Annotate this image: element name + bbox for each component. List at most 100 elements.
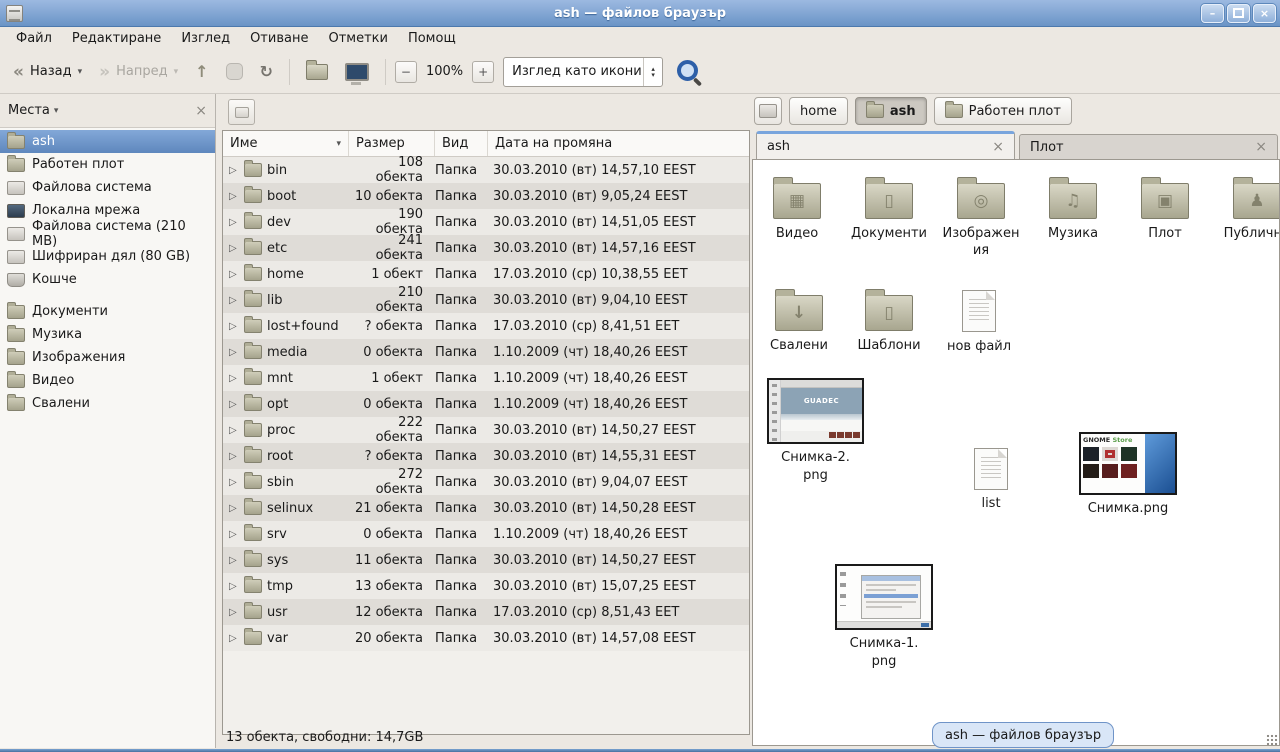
- tree-row[interactable]: ▷ tmp 13 обекта Папка 30.03.2010 (вт) 15…: [223, 573, 749, 599]
- taskbar-window-button[interactable]: ash — файлов браузър: [932, 722, 1114, 748]
- expander-icon[interactable]: ▷: [229, 295, 239, 306]
- path-home-button[interactable]: home: [789, 97, 848, 125]
- tree-row[interactable]: ▷ home 1 обект Папка 17.03.2010 (ср) 10,…: [223, 261, 749, 287]
- sidebar-place-item[interactable]: Изображения: [0, 346, 215, 369]
- expander-icon[interactable]: ▷: [229, 217, 239, 228]
- combo-spinner-icon[interactable]: ▴▾: [643, 58, 662, 86]
- menu-item[interactable]: Редактиране: [62, 28, 171, 49]
- tree-row[interactable]: ▷ sys 11 обекта Папка 30.03.2010 (вт) 14…: [223, 547, 749, 573]
- computer-button[interactable]: [338, 57, 376, 87]
- tree-row[interactable]: ▷ srv 0 обекта Папка 1.10.2009 (чт) 18,4…: [223, 521, 749, 547]
- sidebar-place-item[interactable]: Документи: [0, 300, 215, 323]
- maximize-button[interactable]: [1227, 4, 1250, 23]
- expander-icon[interactable]: ▷: [229, 321, 239, 332]
- resize-grip-icon[interactable]: [1266, 734, 1278, 746]
- icon-item[interactable]: нов файл: [939, 288, 1019, 355]
- sidebar-place-item[interactable]: Шифриран дял (80 GB): [0, 245, 215, 268]
- expander-icon[interactable]: ▷: [229, 347, 239, 358]
- folder-icon-item[interactable]: Плот: [1123, 176, 1207, 242]
- tree-row[interactable]: ▷ dev 190 обекта Папка 30.03.2010 (вт) 1…: [223, 209, 749, 235]
- expander-icon[interactable]: ▷: [229, 529, 239, 540]
- path-root-button[interactable]: [754, 97, 782, 125]
- column-header-name[interactable]: Име▾: [223, 131, 349, 156]
- folder-icon-item[interactable]: Документи: [847, 176, 931, 242]
- file-item-snimka-1[interactable]: Снимка-1.png: [835, 564, 933, 670]
- column-header-kind[interactable]: Вид: [435, 131, 488, 156]
- view-mode-select[interactable]: Изглед като икони ▴▾: [503, 57, 663, 87]
- expander-icon[interactable]: ▷: [229, 373, 239, 384]
- path-current-button[interactable]: ash: [855, 97, 927, 125]
- tree-row[interactable]: ▷ opt 0 обекта Папка 1.10.2009 (чт) 18,4…: [223, 391, 749, 417]
- sidebar-place-item[interactable]: ash: [0, 130, 215, 153]
- home-button[interactable]: [299, 58, 335, 86]
- menu-item[interactable]: Отиване: [240, 28, 318, 49]
- sidebar-place-item[interactable]: Свалени: [0, 392, 215, 415]
- minimize-button[interactable]: –: [1201, 4, 1224, 23]
- expander-icon[interactable]: ▷: [229, 425, 239, 436]
- tab-close-icon[interactable]: ×: [1255, 139, 1267, 155]
- sidebar-place-item[interactable]: Кошче: [0, 268, 215, 291]
- up-button[interactable]: ↑: [188, 59, 215, 85]
- sidebar-close-icon[interactable]: ×: [195, 103, 207, 119]
- column-header-size[interactable]: Размер: [349, 131, 435, 156]
- expander-icon[interactable]: ▷: [229, 581, 239, 592]
- folder-icon-item[interactable]: Публични: [1215, 176, 1280, 242]
- menu-item[interactable]: Изглед: [171, 28, 240, 49]
- file-item-list[interactable]: list: [956, 446, 1026, 513]
- search-button[interactable]: [674, 57, 704, 87]
- tree-row[interactable]: ▷ boot 10 обекта Папка 30.03.2010 (вт) 9…: [223, 183, 749, 209]
- menu-item[interactable]: Файл: [6, 28, 62, 49]
- expander-icon[interactable]: ▷: [229, 555, 239, 566]
- stop-button[interactable]: [219, 57, 250, 86]
- back-button[interactable]: « Назад ▾: [6, 58, 89, 85]
- tree-row[interactable]: ▷ media 0 обекта Папка 1.10.2009 (чт) 18…: [223, 339, 749, 365]
- expander-icon[interactable]: ▷: [229, 633, 239, 644]
- folder-icon-item[interactable]: Изображения: [939, 176, 1023, 259]
- tree-row[interactable]: ▷ proc 222 обекта Папка 30.03.2010 (вт) …: [223, 417, 749, 443]
- expander-icon[interactable]: ▷: [229, 191, 239, 202]
- file-item-snimka-2[interactable]: GUADEC Снимка-2.png: [767, 378, 864, 484]
- close-button[interactable]: ×: [1253, 4, 1276, 23]
- path-desktop-button[interactable]: Работен плот: [934, 97, 1072, 125]
- tree-row[interactable]: ▷ sbin 272 обекта Папка 30.03.2010 (вт) …: [223, 469, 749, 495]
- tab-plot[interactable]: Плот ×: [1019, 134, 1278, 159]
- menu-item[interactable]: Отметки: [318, 28, 397, 49]
- icon-item[interactable]: Шаблони: [849, 288, 929, 354]
- expander-icon[interactable]: ▷: [229, 269, 239, 280]
- expander-icon[interactable]: ▷: [229, 451, 239, 462]
- sidebar-mode-select[interactable]: Места ▾: [8, 103, 58, 118]
- expander-icon[interactable]: ▷: [229, 477, 239, 488]
- sidebar-place-item[interactable]: Видео: [0, 369, 215, 392]
- tree-row[interactable]: ▷ mnt 1 обект Папка 1.10.2009 (чт) 18,40…: [223, 365, 749, 391]
- tab-close-icon[interactable]: ×: [992, 139, 1004, 155]
- sidebar-place-item[interactable]: Файлова система (210 MB): [0, 222, 215, 245]
- back-history-chevron-icon[interactable]: ▾: [78, 67, 83, 77]
- column-header-date[interactable]: Дата на промяна: [488, 131, 749, 156]
- tree-row[interactable]: ▷ var 20 обекта Папка 30.03.2010 (вт) 14…: [223, 625, 749, 651]
- tree-row[interactable]: ▷ lib 210 обекта Папка 30.03.2010 (вт) 9…: [223, 287, 749, 313]
- tree-row[interactable]: ▷ selinux 21 обекта Папка 30.03.2010 (вт…: [223, 495, 749, 521]
- tree-root-drive-button[interactable]: [228, 99, 255, 125]
- expander-icon[interactable]: ▷: [229, 243, 239, 254]
- sidebar-place-item[interactable]: Музика: [0, 323, 215, 346]
- sidebar-place-item[interactable]: Файлова система: [0, 176, 215, 199]
- tree-row[interactable]: ▷ bin 108 обекта Папка 30.03.2010 (вт) 1…: [223, 157, 749, 183]
- expander-icon[interactable]: ▷: [229, 503, 239, 514]
- sidebar-place-item[interactable]: Работен плот: [0, 153, 215, 176]
- icon-item[interactable]: Свалени: [759, 288, 839, 354]
- tab-ash[interactable]: ash ×: [756, 131, 1015, 159]
- folder-icon-item[interactable]: Видео: [755, 176, 839, 242]
- file-item-snimka[interactable]: GNOME Store Снимка.png: [1079, 432, 1177, 518]
- zoom-out-button[interactable]: −: [395, 61, 417, 83]
- tree-row[interactable]: ▷ etc 241 обекта Папка 30.03.2010 (вт) 1…: [223, 235, 749, 261]
- reload-button[interactable]: ↻: [253, 59, 280, 85]
- tree-row[interactable]: ▷ root ? обекта Папка 30.03.2010 (вт) 14…: [223, 443, 749, 469]
- zoom-in-button[interactable]: +: [472, 61, 494, 83]
- menu-item[interactable]: Помощ: [398, 28, 466, 49]
- tree-row[interactable]: ▷ lost+found ? обекта Папка 17.03.2010 (…: [223, 313, 749, 339]
- expander-icon[interactable]: ▷: [229, 399, 239, 410]
- folder-icon-item[interactable]: Музика: [1031, 176, 1115, 242]
- expander-icon[interactable]: ▷: [229, 607, 239, 618]
- tree-row[interactable]: ▷ usr 12 обекта Папка 17.03.2010 (ср) 8,…: [223, 599, 749, 625]
- forward-button[interactable]: » Напред ▾: [92, 58, 185, 85]
